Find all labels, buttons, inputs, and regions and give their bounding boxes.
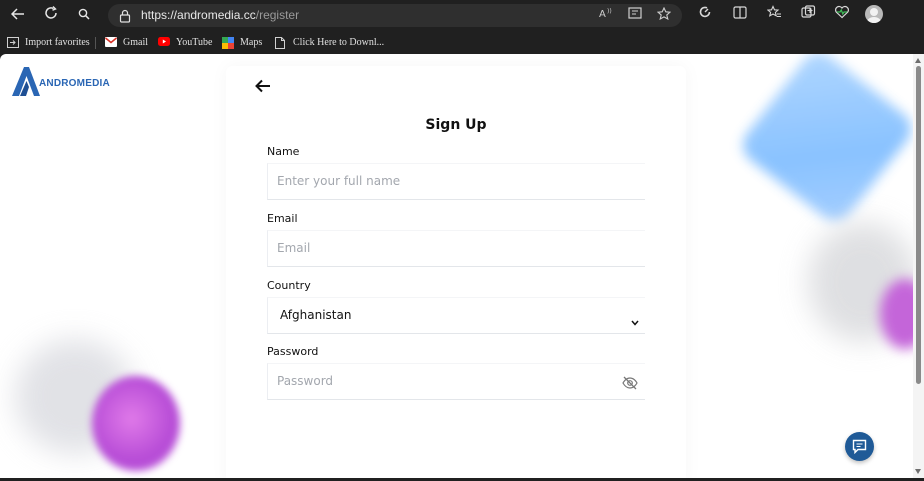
password-placeholder: Password	[277, 374, 334, 388]
brand-logo[interactable]: ANDROMEDIA	[11, 65, 110, 97]
favorites-icon[interactable]	[763, 5, 785, 25]
favorite-maps[interactable]: Maps	[222, 35, 262, 49]
import-icon	[7, 36, 19, 48]
immersive-reader-icon[interactable]	[626, 7, 644, 24]
chat-icon	[852, 439, 867, 454]
email-field[interactable]: Email	[267, 230, 645, 267]
country-select[interactable]: Afghanistan	[267, 297, 645, 334]
favorite-label: YouTube	[176, 36, 213, 48]
vertical-scrollbar[interactable]	[913, 54, 924, 478]
refresh-icon[interactable]	[40, 5, 62, 25]
email-placeholder: Email	[277, 241, 311, 255]
name-placeholder: Enter your full name	[277, 174, 401, 188]
favorites-bar: Import favorites Gmail YouTube Maps Clic…	[0, 30, 924, 54]
favorites-divider	[95, 37, 96, 49]
name-field[interactable]: Enter your full name	[267, 163, 645, 200]
collections-icon[interactable]	[797, 5, 819, 25]
chat-button[interactable]	[845, 432, 874, 461]
lock-icon[interactable]	[119, 8, 131, 23]
favorite-label: Gmail	[123, 36, 148, 48]
brand-name: ANDROMEDIA	[39, 78, 110, 89]
search-icon[interactable]	[73, 5, 95, 25]
scrollbar-thumb[interactable]	[916, 66, 921, 384]
favorite-label: Import favorites	[25, 36, 90, 48]
password-field[interactable]: Password	[267, 363, 645, 400]
address-bar[interactable]: https://andromedia.cc/register A))	[108, 4, 682, 27]
scroll-up-arrow[interactable]	[915, 58, 921, 63]
back-icon[interactable]	[7, 5, 29, 25]
country-label: Country	[267, 279, 311, 292]
profile-avatar[interactable]	[865, 5, 883, 23]
decorative-purple-blob	[92, 376, 180, 471]
favorite-youtube[interactable]: YouTube	[158, 35, 212, 49]
back-arrow-button[interactable]	[255, 75, 273, 97]
favorite-gmail[interactable]: Gmail	[104, 35, 148, 49]
page-icon	[275, 36, 287, 49]
password-label: Password	[267, 345, 319, 358]
eye-off-icon[interactable]	[622, 375, 638, 390]
favorite-import[interactable]: Import favorites	[7, 35, 90, 49]
read-aloud-icon[interactable]: A))	[597, 7, 615, 24]
favorite-label: Click Here to Downl...	[293, 36, 385, 48]
browser-toolbar: https://andromedia.cc/register A))	[0, 0, 924, 30]
browser-essentials-icon[interactable]	[694, 5, 716, 25]
url-host: https://andromedia.cc	[141, 8, 256, 22]
health-icon[interactable]	[831, 5, 853, 25]
chevron-down-icon[interactable]	[631, 311, 639, 326]
page-title: Sign Up	[425, 117, 487, 133]
email-label: Email	[267, 212, 298, 225]
favorite-label: Maps	[240, 36, 263, 48]
svg-text:A: A	[599, 9, 606, 19]
split-screen-icon[interactable]	[729, 5, 751, 25]
favorite-star-icon[interactable]	[655, 6, 673, 24]
country-value: Afghanistan	[280, 308, 352, 322]
youtube-icon	[158, 36, 170, 48]
svg-text:)): ))	[607, 8, 612, 15]
favorite-download-page[interactable]: Click Here to Downl...	[275, 35, 384, 49]
logo-icon	[11, 65, 41, 97]
scroll-down-arrow[interactable]	[915, 469, 921, 474]
gmail-icon	[104, 36, 118, 48]
decorative-blue-shape	[735, 54, 913, 229]
url-text[interactable]: https://andromedia.cc/register	[141, 8, 299, 22]
url-path: /register	[255, 8, 300, 22]
name-label: Name	[267, 145, 300, 158]
maps-icon	[222, 36, 234, 49]
